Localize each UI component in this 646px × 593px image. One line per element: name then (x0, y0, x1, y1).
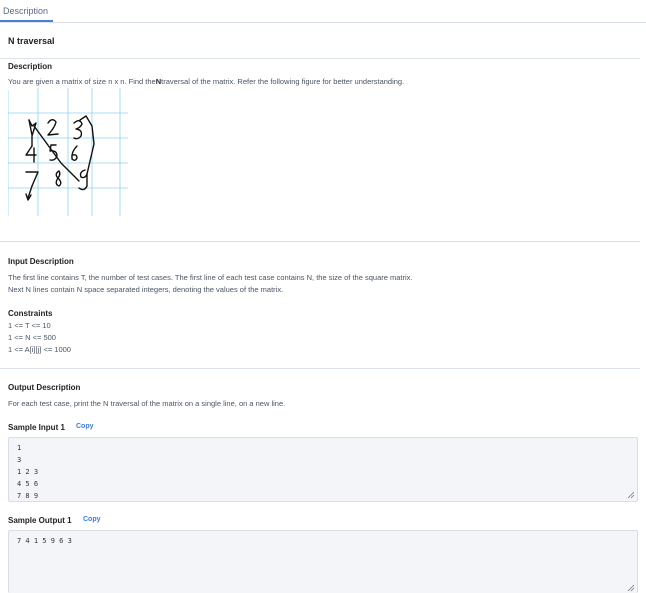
sample-output-line: 7 4 1 5 9 6 3 (17, 537, 72, 545)
sample-input-line: 1 (17, 444, 22, 452)
output-heading: Output Description (8, 383, 81, 392)
sample-output-box[interactable]: 7 4 1 5 9 6 3 (8, 530, 638, 593)
output-line: For each test case, print the N traversa… (8, 399, 286, 408)
resize-handle-icon[interactable] (627, 491, 635, 499)
sample-input-line: 7 8 9 (17, 492, 39, 500)
divider (0, 241, 640, 242)
n-traversal-figure (8, 88, 128, 216)
input-line-1: The first line contains T, the number of… (8, 273, 413, 282)
input-line-2: Next N lines contain N space separated i… (8, 285, 284, 294)
sample-input-line: 3 (17, 456, 22, 464)
sample-output-label: Sample Output 1 (8, 516, 72, 525)
constraint-1: 1 <= T <= 10 (8, 321, 51, 330)
divider (0, 368, 640, 369)
constraint-3: 1 <= A[i][j] <= 1000 (8, 345, 71, 354)
copy-sample-output-button[interactable]: Copy (83, 516, 101, 523)
divider (0, 58, 640, 59)
tab-bar: Description (0, 0, 646, 23)
constraint-2: 1 <= N <= 500 (8, 333, 56, 342)
copy-sample-input-button[interactable]: Copy (76, 423, 94, 430)
active-tab-indicator (0, 20, 53, 22)
description-text: You are given a matrix of size n x n. Fi… (8, 77, 405, 86)
resize-handle-icon[interactable] (627, 584, 635, 592)
tab-description[interactable]: Description (3, 6, 48, 16)
sample-input-line: 1 2 3 (17, 468, 39, 476)
constraints-heading: Constraints (8, 309, 53, 318)
sample-input-line: 4 5 6 (17, 480, 39, 488)
sample-input-box[interactable]: 1 3 1 2 3 4 5 6 7 8 9 (8, 437, 638, 502)
problem-title: N traversal (8, 36, 55, 46)
description-heading: Description (8, 62, 53, 71)
input-heading: Input Description (8, 257, 74, 266)
sample-input-label: Sample Input 1 (8, 423, 65, 432)
